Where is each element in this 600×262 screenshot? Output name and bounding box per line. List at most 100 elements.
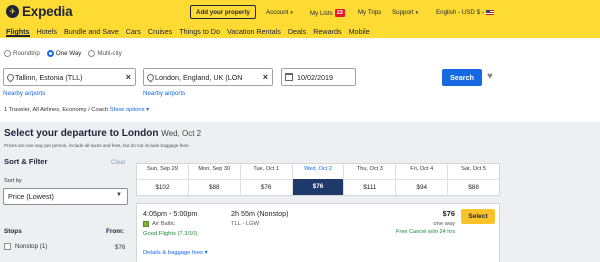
my-lists-count-badge: 23 bbox=[334, 9, 345, 17]
sort-select-value: Price (Lowest) bbox=[8, 192, 54, 201]
stop-filter-nonstop[interactable]: Nonstop (1) bbox=[4, 243, 47, 250]
strip-date: Tue, Oct 1 bbox=[253, 166, 280, 172]
strip-date: Thu, Oct 3 bbox=[356, 166, 383, 172]
airline-name: Air Baltic bbox=[152, 221, 175, 227]
sort-filter-heading: Sort & Filter bbox=[4, 157, 48, 166]
strip-price: $76 bbox=[292, 179, 344, 195]
radio-icon[interactable] bbox=[4, 50, 11, 57]
clear-destination-icon[interactable]: × bbox=[263, 72, 268, 82]
travelers-summary: 1 Traveler, All Airlines, Economy / Coac… bbox=[4, 107, 149, 113]
nav-item-vacation-rentals[interactable]: Vacation Rentals bbox=[227, 27, 288, 37]
trip-type-multi-city[interactable]: Multi-city bbox=[88, 50, 122, 57]
nav-item-bundle[interactable]: Bundle and Save bbox=[64, 27, 126, 37]
flight-result-card[interactable]: 4:05pm - 5:00pm Air Baltic Good Flights … bbox=[136, 203, 500, 262]
date-price-cell[interactable]: Thu, Oct 3 $111 bbox=[344, 164, 397, 195]
nearby-airports-destination-link[interactable]: Nearby airports bbox=[143, 90, 185, 97]
strip-date: Wed, Oct 2 bbox=[304, 166, 332, 172]
my-lists-link[interactable]: My Lists 23 bbox=[310, 9, 345, 17]
date-price-cell[interactable]: Fri, Oct 4 $94 bbox=[396, 164, 449, 195]
flight-rating[interactable]: Good Flights (7.3/10) bbox=[143, 231, 197, 237]
main-nav: Flights Hotels Bundle and Save Cars Crui… bbox=[6, 27, 377, 37]
radio-selected-icon[interactable] bbox=[46, 50, 54, 57]
chevron-down-icon: ▾ bbox=[204, 250, 208, 256]
date-price-cell[interactable]: Tue, Oct 1 $76 bbox=[240, 164, 293, 195]
nav-item-mobile[interactable]: Mobile bbox=[349, 27, 377, 37]
locale-label: English - USD $ - bbox=[436, 9, 484, 16]
account-label: Account bbox=[266, 9, 289, 16]
airline-info: Air Baltic bbox=[143, 221, 175, 227]
trip-type-roundtrip[interactable]: Roundtrip bbox=[4, 50, 40, 57]
details-baggage-link[interactable]: Details & baggage fees ▾ bbox=[143, 250, 208, 256]
trip-type-label: One Way bbox=[55, 50, 82, 57]
origin-field[interactable]: Tallinn, Estonia (TLL) × bbox=[3, 68, 136, 86]
clear-filters-link[interactable]: Clear bbox=[111, 159, 126, 166]
airline-logo-icon bbox=[143, 221, 149, 227]
strip-date: Fri, Oct 4 bbox=[410, 166, 434, 172]
nav-item-cruises[interactable]: Cruises bbox=[148, 27, 179, 37]
departure-date-field[interactable]: 10/02/2019 bbox=[281, 68, 356, 86]
nav-item-flights[interactable]: Flights bbox=[6, 27, 30, 37]
nearby-airports-origin-link[interactable]: Nearby airports bbox=[3, 90, 45, 97]
date-price-strip: Sun, Sep 29 $102 Mon, Sep 30 $88 Tue, Oc… bbox=[136, 163, 500, 196]
results-title-text: Select your departure to London bbox=[4, 128, 159, 139]
strip-date: Sun, Sep 29 bbox=[147, 166, 178, 172]
select-flight-button[interactable]: Select bbox=[461, 209, 495, 224]
nav-item-hotels[interactable]: Hotels bbox=[37, 27, 64, 37]
flight-route: TLL - LGW bbox=[231, 221, 260, 227]
trip-type-label: Multi-city bbox=[97, 50, 122, 57]
sort-by-label: Sort by bbox=[4, 178, 22, 184]
trip-type-one-way[interactable]: One Way bbox=[46, 50, 82, 57]
nav-item-rewards[interactable]: Rewards bbox=[313, 27, 348, 37]
my-trips-label: My Trips bbox=[358, 9, 382, 16]
chevron-down-icon: ▾ bbox=[415, 9, 419, 16]
stop-option-price: $76 bbox=[115, 244, 126, 251]
from-heading: From: bbox=[106, 228, 125, 235]
strip-price: $88 bbox=[448, 179, 500, 195]
add-property-button[interactable]: Add your property bbox=[190, 5, 256, 19]
search-button[interactable]: Search bbox=[442, 69, 482, 86]
destination-value: London, England, UK (LON bbox=[155, 72, 243, 82]
free-cancel-note: Free Cancel w/in 24 hrs bbox=[395, 229, 455, 235]
show-options-label: Show options bbox=[109, 107, 145, 113]
strip-price: $88 bbox=[188, 179, 240, 195]
date-price-cell[interactable]: Sat, Oct 5 $88 bbox=[448, 164, 500, 195]
support-menu[interactable]: Support ▾ bbox=[392, 9, 418, 16]
checkbox-icon[interactable] bbox=[4, 243, 11, 250]
nav-item-cars[interactable]: Cars bbox=[126, 27, 148, 37]
date-price-cell[interactable]: Sun, Sep 29 $102 bbox=[137, 164, 189, 195]
clear-origin-icon[interactable]: × bbox=[126, 72, 131, 82]
account-menu[interactable]: Account ▾ bbox=[266, 9, 293, 16]
expedia-logo[interactable]: ✈ Expedia bbox=[6, 4, 73, 19]
strip-date: Mon, Sep 30 bbox=[198, 166, 231, 172]
price-disclaimer: Prices are one way per person, include a… bbox=[4, 143, 190, 148]
date-value: 10/02/2019 bbox=[297, 72, 333, 82]
stop-option-label: Nonstop (1) bbox=[15, 243, 48, 250]
heart-icon[interactable]: ♥ bbox=[487, 72, 493, 82]
results-title: Select your departure to London Wed, Oct… bbox=[4, 128, 201, 139]
strip-price: $102 bbox=[137, 179, 188, 195]
support-label: Support bbox=[392, 9, 414, 16]
trip-type-selector: Roundtrip One Way Multi-city bbox=[4, 50, 122, 57]
location-pin-icon bbox=[147, 74, 152, 81]
nav-item-things-to-do[interactable]: Things to Do bbox=[179, 27, 227, 37]
logo-text: Expedia bbox=[22, 4, 73, 19]
destination-field[interactable]: London, England, UK (LON × bbox=[143, 68, 273, 86]
trip-type-label: Roundtrip bbox=[13, 50, 40, 57]
date-price-cell-selected[interactable]: Wed, Oct 2 $76 bbox=[292, 164, 345, 195]
origin-value: Tallinn, Estonia (TLL) bbox=[15, 72, 83, 82]
nav-item-deals[interactable]: Deals bbox=[288, 27, 313, 37]
strip-date: Sat, Oct 5 bbox=[461, 166, 487, 172]
strip-price: $76 bbox=[240, 179, 292, 195]
radio-icon[interactable] bbox=[88, 50, 96, 57]
my-lists-label: My Lists bbox=[310, 9, 333, 17]
my-trips-link[interactable]: My Trips bbox=[358, 9, 381, 16]
plane-logo-icon: ✈ bbox=[6, 5, 19, 18]
locale-menu[interactable]: English - USD $ - bbox=[436, 9, 494, 16]
show-options-link[interactable]: Show options ▾ bbox=[110, 107, 149, 113]
travelers-text: 1 Traveler, All Airlines, Economy / Coac… bbox=[4, 107, 109, 113]
chevron-down-icon: ▾ bbox=[290, 9, 293, 16]
flight-duration: 2h 55m (Nonstop) bbox=[231, 209, 289, 218]
top-header: ✈ Expedia Add your property Account ▾ My… bbox=[0, 0, 600, 38]
date-price-cell[interactable]: Mon, Sep 30 $88 bbox=[188, 164, 241, 195]
sort-select[interactable]: Price (Lowest) ▼ bbox=[3, 188, 128, 205]
